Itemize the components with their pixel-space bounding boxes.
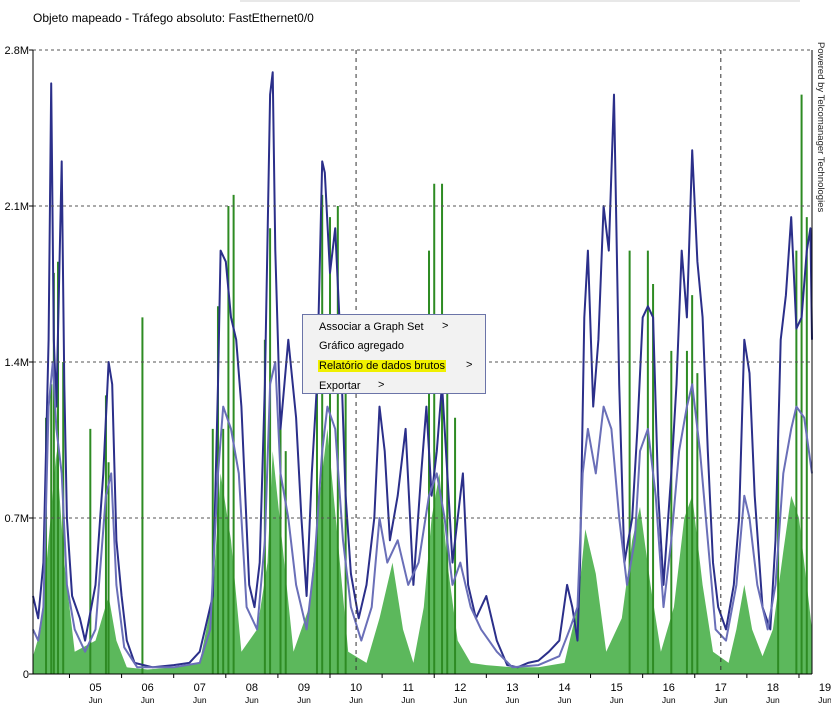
y-tick-label: 0 <box>23 669 29 681</box>
submenu-arrow-icon: > <box>466 359 473 371</box>
x-tick-label-month: Jun <box>245 695 259 705</box>
menu-item-label: Gráfico agregado <box>319 340 404 352</box>
x-tick-label-month: Jun <box>610 695 624 705</box>
x-tick-label-month: Jun <box>349 695 363 705</box>
x-tick-label-month: Jun <box>141 695 155 705</box>
x-tick-label-day: 08 <box>246 682 258 694</box>
x-tick-label-day: 17 <box>715 682 727 694</box>
y-tick-label: 1.4M <box>5 357 29 369</box>
y-tick-label: 0.7M <box>5 513 29 525</box>
x-tick-label-month: Jun <box>558 695 572 705</box>
x-tick-label-month: Jun <box>297 695 311 705</box>
x-tick-label-day: 14 <box>558 682 570 694</box>
x-tick-label-month: Jun <box>193 695 207 705</box>
x-tick-label-month: Jun <box>818 695 831 705</box>
menu-item-label: Relatório de dados brutos <box>318 360 446 372</box>
menu-item-grafico-agregado[interactable]: Gráfico agregado <box>318 339 405 353</box>
x-tick-label-month: Jun <box>401 695 415 705</box>
x-tick-label-day: 11 <box>402 682 413 694</box>
menu-item-exportar[interactable]: Exportar <box>318 379 362 393</box>
x-tick-label-day: 05 <box>89 682 101 694</box>
x-tick-label-day: 19 <box>819 682 831 694</box>
x-tick-label-month: Jun <box>662 695 676 705</box>
x-tick-label-month: Jun <box>714 695 728 705</box>
x-tick-label-day: 07 <box>194 682 206 694</box>
x-tick-label-day: 16 <box>663 682 675 694</box>
submenu-arrow-icon: > <box>378 379 385 391</box>
x-tick-label-day: 06 <box>142 682 154 694</box>
menu-item-label: Associar a Graph Set <box>319 321 424 333</box>
y-tick-label: 2.8M <box>5 45 29 57</box>
x-tick-label-month: Jun <box>89 695 103 705</box>
x-tick-label-day: 13 <box>506 682 518 694</box>
x-tick-label-day: 09 <box>298 682 310 694</box>
menu-item-label: Exportar <box>319 380 361 392</box>
powered-by-label: Powered by Telcomanager Technologies <box>815 42 826 213</box>
menu-item-associar-graph-set[interactable]: Associar a Graph Set <box>318 320 425 334</box>
x-tick-label-month: Jun <box>506 695 520 705</box>
x-tick-label-month: Jun <box>453 695 467 705</box>
menu-item-relatorio-dados-brutos[interactable]: Relatório de dados brutos <box>318 359 446 373</box>
context-menu: Associar a Graph Set > Gráfico agregado … <box>302 314 486 394</box>
y-tick-label: 2.1M <box>5 201 29 213</box>
x-tick-label-day: 12 <box>454 682 466 694</box>
x-tick-label-month: Jun <box>766 695 780 705</box>
x-tick-label-day: 10 <box>350 682 362 694</box>
submenu-arrow-icon: > <box>442 320 449 332</box>
x-tick-label-day: 18 <box>767 682 779 694</box>
x-tick-label-day: 15 <box>610 682 622 694</box>
